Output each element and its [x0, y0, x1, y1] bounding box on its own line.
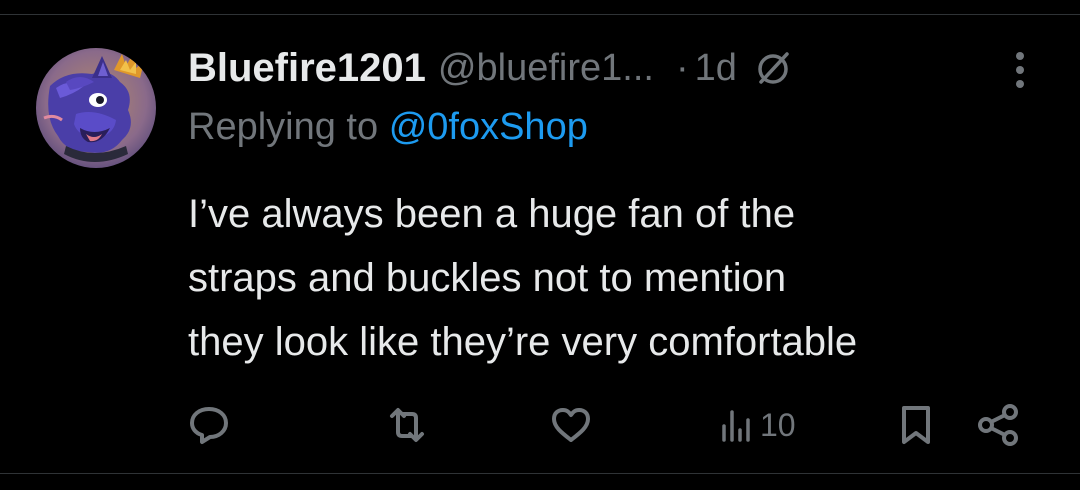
- views-count: 10: [760, 406, 796, 443]
- reply-bubble-icon: [186, 402, 232, 448]
- bookmark-icon: [896, 402, 936, 448]
- tweet-text-line: I’ve always been a huge fan of the: [188, 192, 796, 236]
- bookmark-button[interactable]: [896, 398, 936, 452]
- tweet-header: Bluefire1201 @bluefire1... · 1d: [188, 40, 793, 96]
- top-divider: [0, 14, 1080, 15]
- share-icon: [974, 402, 1022, 448]
- bottom-divider: [0, 473, 1080, 474]
- share-button[interactable]: [974, 398, 1022, 452]
- more-vertical-icon[interactable]: [1004, 46, 1036, 94]
- replying-to-mention[interactable]: @0foxShop: [389, 106, 588, 148]
- retweet-button[interactable]: [384, 398, 434, 452]
- avatar[interactable]: [36, 48, 156, 168]
- replying-to-label: Replying to: [188, 106, 379, 148]
- heart-icon: [548, 402, 594, 448]
- replying-to-line: Replying to @0foxShop: [188, 106, 588, 149]
- tweet-actions-bar: 10: [0, 398, 1080, 452]
- tweet-text: I’ve always been a huge fan of the strap…: [188, 182, 1058, 374]
- views-bars-icon: [716, 402, 756, 448]
- tweet-text-line: they look like they’re very comfortable: [188, 320, 858, 364]
- like-button[interactable]: [548, 398, 598, 452]
- user-handle[interactable]: @bluefire1...: [438, 47, 654, 90]
- display-name[interactable]: Bluefire1201: [188, 46, 426, 91]
- tweet-text-line: straps and buckles not to mention: [188, 256, 787, 300]
- edited-slash-circle-icon: [753, 48, 793, 88]
- retweet-icon: [384, 402, 430, 448]
- avatar-image: [36, 48, 156, 168]
- views-button[interactable]: 10: [716, 398, 796, 452]
- timestamp[interactable]: 1d: [695, 47, 737, 90]
- separator-dot: ·: [675, 46, 689, 89]
- reply-button[interactable]: [186, 398, 236, 452]
